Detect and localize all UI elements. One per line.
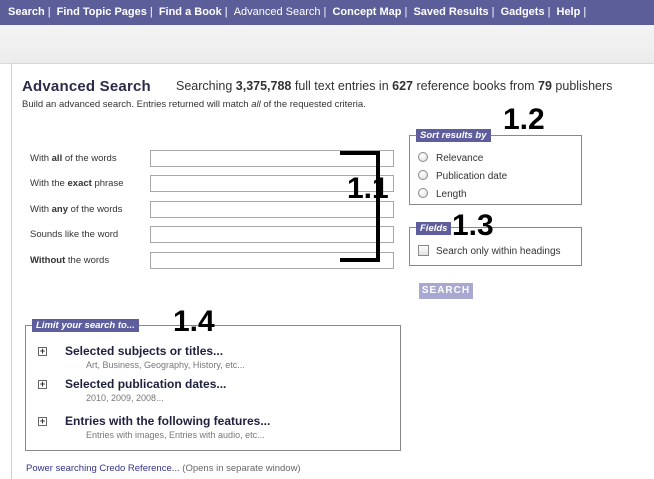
relevance-label: Relevance [436, 153, 484, 164]
stats-books-count: 627 [392, 79, 413, 93]
limit-search-legend: Limit your search to... [32, 319, 139, 332]
search-button[interactable]: SEARCH [419, 283, 473, 299]
limit-dates-link[interactable]: Selected publication dates... [65, 377, 226, 391]
stats-text: publishers [551, 79, 613, 93]
sort-results-box [409, 135, 582, 205]
expand-dates-icon[interactable]: + [38, 380, 47, 389]
nav-separator: | [323, 6, 327, 18]
label-bold: any [51, 204, 69, 215]
label-all-words: With all of the words [30, 153, 117, 164]
power-search-note: (Opens in separate window) [179, 463, 301, 474]
nav-separator: | [224, 6, 228, 18]
relevance-radio[interactable] [418, 152, 428, 162]
limit-dates-hint: 2010, 2009, 2008... [86, 393, 164, 403]
length-radio[interactable] [418, 188, 428, 198]
annotation-label-1-4: 1.4 [173, 305, 215, 338]
annotation-label-1-3: 1.3 [452, 209, 494, 242]
label-without-words: Without the words [30, 255, 109, 266]
nav-find-a-book[interactable]: Find a Book [159, 6, 222, 18]
expand-subjects-icon[interactable]: + [38, 347, 47, 356]
length-label: Length [436, 189, 467, 200]
subtitle-text: of the requested criteria. [260, 99, 366, 110]
sort-results-legend: Sort results by [416, 129, 491, 142]
label-sounds-like: Sounds like the word [30, 229, 118, 240]
label-bold: Without [30, 255, 66, 266]
label-text: With the [30, 178, 68, 189]
label-text: the words [65, 255, 110, 266]
nav-concept-map[interactable]: Concept Map [332, 6, 401, 18]
headings-only-checkbox[interactable] [418, 245, 429, 256]
page-subtitle: Build an advanced search. Entries return… [22, 99, 366, 110]
stats-entries-count: 3,375,788 [235, 79, 292, 93]
stats-text: reference books from [412, 79, 539, 93]
top-nav-bar: Search | Find Topic Pages | Find a Book | A… [0, 0, 654, 25]
label-text: of the words [68, 204, 123, 215]
label-exact-phrase: With the exact phrase [30, 178, 124, 189]
nav-advanced-search[interactable]: Advanced Search [234, 6, 321, 18]
label-text: of the words [62, 153, 117, 164]
label-any-words: With any of the words [30, 204, 122, 215]
search-stats: Searching 3,375,788 full text entries in… [176, 79, 612, 93]
power-search-link[interactable]: Power searching Credo Reference... [26, 463, 180, 474]
label-text: With [30, 153, 52, 164]
stats-text: full text entries in [291, 79, 393, 93]
nav-separator: | [491, 6, 495, 18]
limit-features-link[interactable]: Entries with the following features... [65, 414, 270, 428]
annotation-label-1-2: 1.2 [503, 103, 545, 136]
label-text: phrase [91, 178, 124, 189]
nav-separator: | [404, 6, 408, 18]
stats-publishers-count: 79 [538, 79, 552, 93]
nav-find-topic-pages[interactable]: Find Topic Pages [57, 6, 147, 18]
nav-separator: | [547, 6, 551, 18]
limit-subjects-hint: Art, Business, Geography, History, etc..… [86, 360, 245, 370]
subtitle-text: Build an advanced search. Entries return… [22, 99, 252, 110]
headings-only-label: Search only within headings [436, 246, 561, 257]
publication-date-label: Publication date [436, 171, 508, 182]
label-bold: all [51, 153, 63, 164]
nav-saved-results[interactable]: Saved Results [413, 6, 488, 18]
fields-legend: Fields [416, 222, 452, 235]
stats-prefix: Searching [176, 79, 236, 93]
subtitle-emphasis: all [251, 99, 261, 110]
nav-help[interactable]: Help [557, 6, 581, 18]
nav-separator: | [149, 6, 153, 18]
expand-features-icon[interactable]: + [38, 417, 47, 426]
limit-subjects-link[interactable]: Selected subjects or titles... [65, 344, 223, 358]
page-title: Advanced Search [22, 78, 151, 95]
label-bold: exact [67, 178, 92, 189]
annotation-bracket [340, 151, 380, 262]
label-text: Sounds like the word [30, 229, 119, 240]
publication-date-radio[interactable] [418, 170, 428, 180]
power-search-footer: Power searching Credo Reference... (Open… [26, 463, 301, 474]
annotation-label-1-1: 1.1 [347, 172, 389, 205]
nav-search[interactable]: Search [8, 6, 45, 18]
sub-toolbar [0, 25, 654, 64]
nav-separator: | [47, 6, 51, 18]
label-text: With [30, 204, 52, 215]
nav-gadgets[interactable]: Gadgets [501, 6, 545, 18]
nav-separator: | [583, 6, 587, 18]
limit-features-hint: Entries with images, Entries with audio,… [86, 430, 265, 440]
